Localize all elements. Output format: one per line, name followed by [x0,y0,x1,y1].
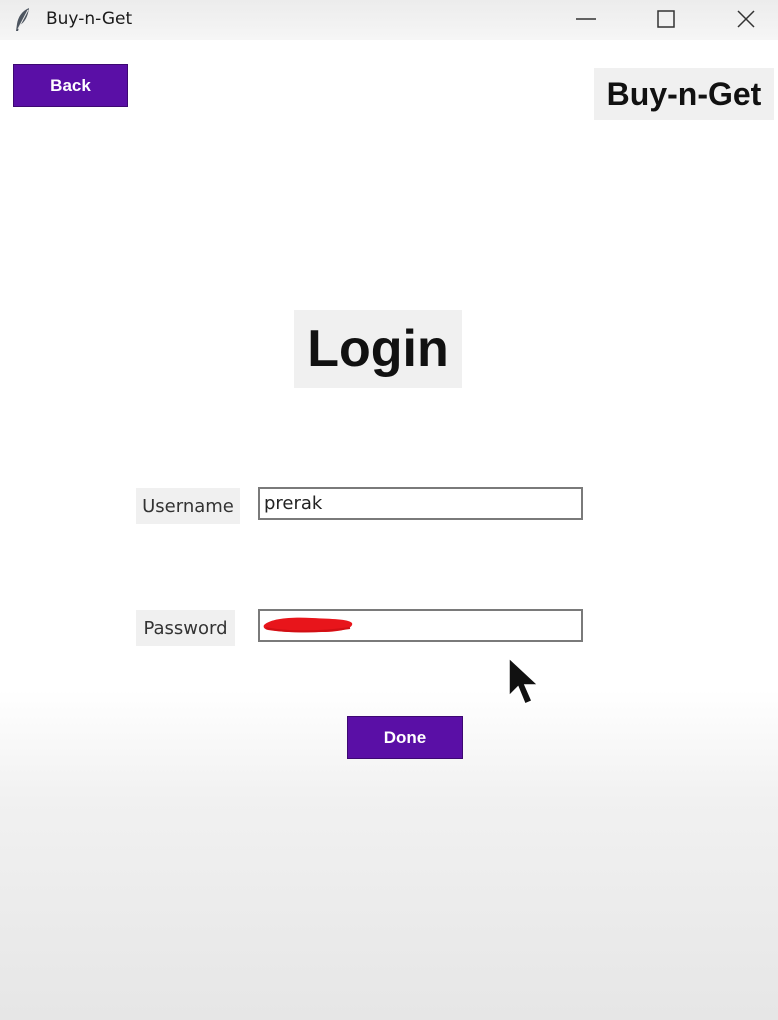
username-label: Username [136,488,240,524]
minimize-button[interactable] [566,4,606,34]
maximize-icon [657,10,675,28]
window-title: Buy-n-Get [46,9,133,29]
brand-title: Buy-n-Get [594,68,774,120]
redaction-scribble [263,617,353,633]
username-input[interactable] [258,487,583,520]
close-button[interactable] [726,4,766,34]
feather-icon [13,7,33,33]
page-title: Login [294,310,462,388]
mouse-pointer-icon [508,656,540,705]
minimize-icon [576,18,596,20]
window-titlebar: Buy-n-Get [0,0,778,40]
back-button[interactable]: Back [13,64,128,107]
close-icon [737,10,755,28]
done-button[interactable]: Done [347,716,463,759]
password-label: Password [136,610,235,646]
maximize-button[interactable] [646,4,686,34]
